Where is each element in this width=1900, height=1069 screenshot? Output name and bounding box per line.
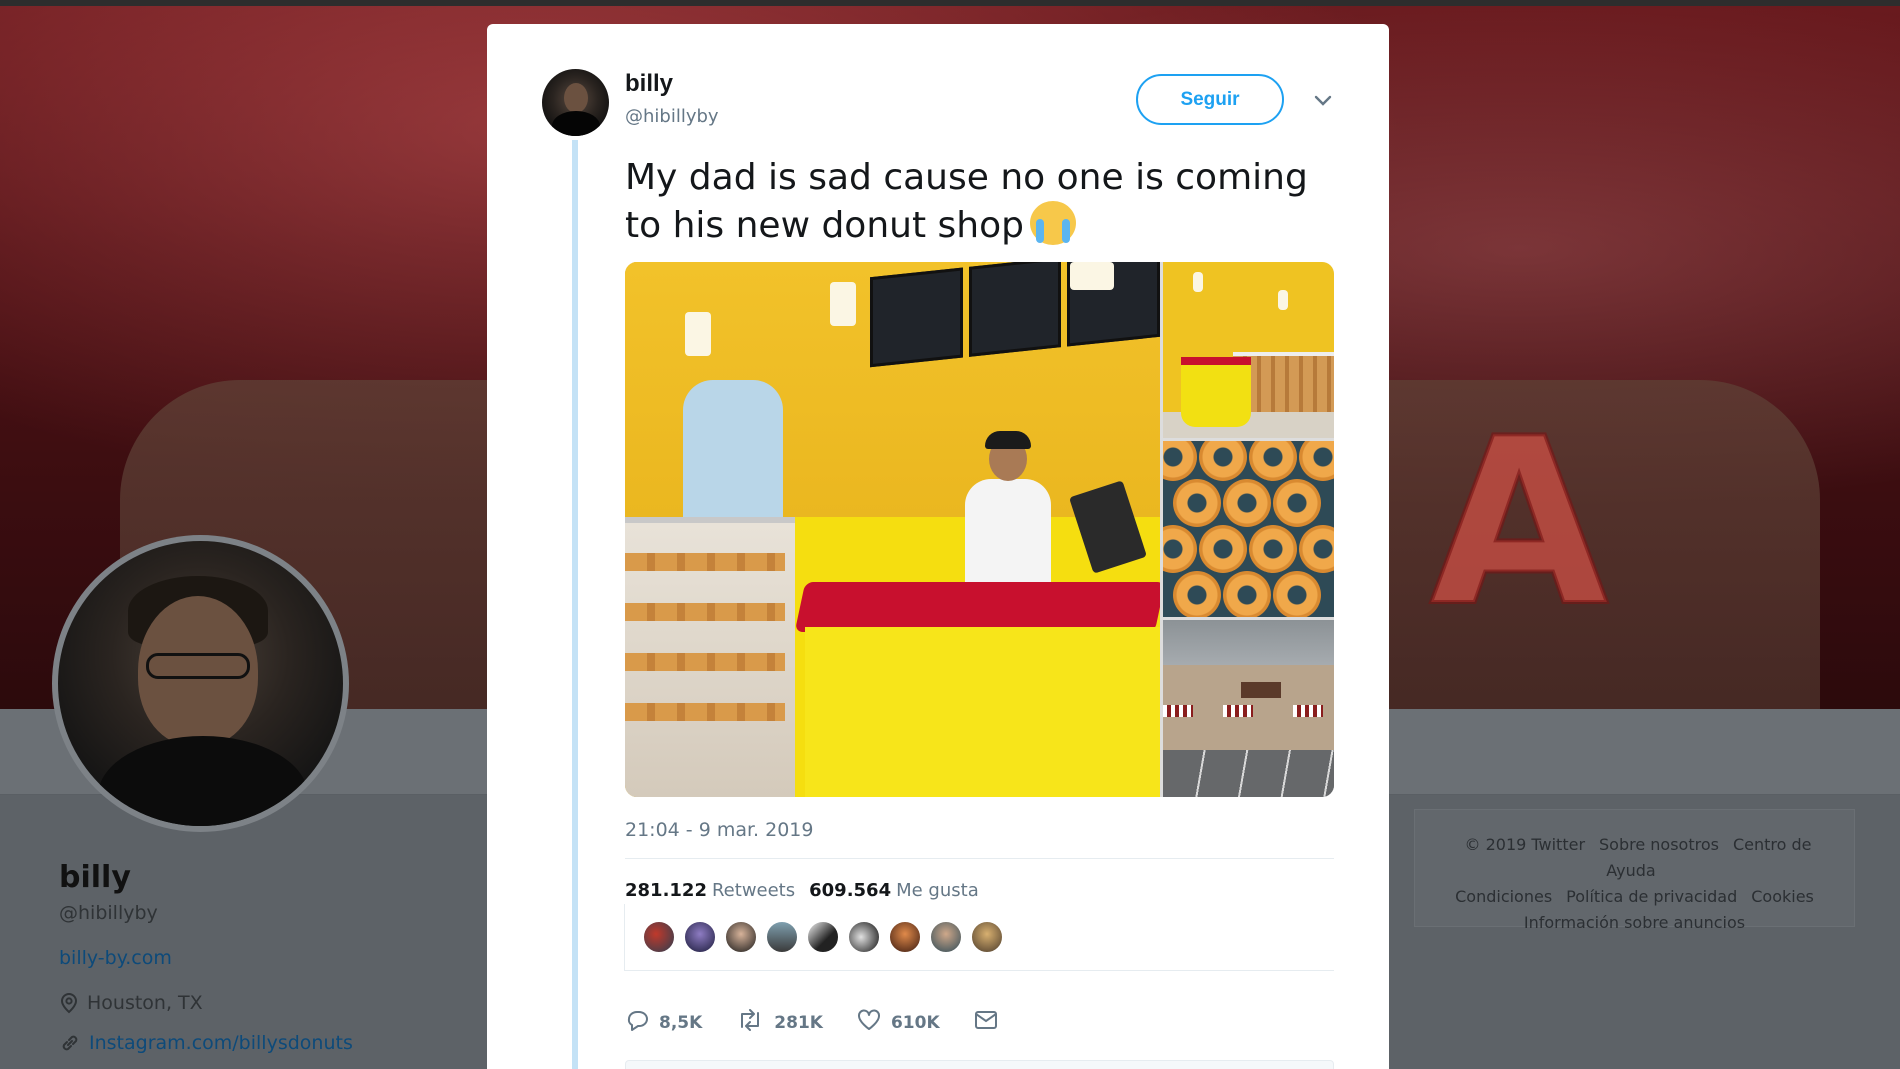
thread-line: [572, 140, 578, 1069]
tweet-photo-4[interactable]: [1163, 620, 1334, 797]
liker-avatar[interactable]: [888, 920, 922, 954]
retweets-count: 281.122: [625, 880, 707, 901]
reply-action[interactable]: 8,5K: [625, 1009, 702, 1036]
liker-avatar[interactable]: [970, 920, 1004, 954]
envelope-icon: [974, 1010, 998, 1035]
tweet-timestamp[interactable]: 21:04 - 9 mar. 2019: [625, 819, 813, 841]
reply-count: 8,5K: [659, 1012, 703, 1033]
link-icon: [59, 1032, 81, 1054]
divider: [625, 970, 1334, 971]
divider: [625, 858, 1334, 859]
retweet-action[interactable]: 281K: [736, 1009, 823, 1036]
footer-link-ads-info[interactable]: Información sobre anuncios: [1524, 913, 1745, 932]
liker-avatar[interactable]: [847, 920, 881, 954]
location-pin-icon: [59, 992, 79, 1014]
profile-location: Houston, TX: [59, 992, 203, 1014]
likes-stat[interactable]: 609.564 Me gusta: [809, 880, 979, 901]
profile-website-link[interactable]: billy-by.com: [59, 947, 172, 969]
profile-instagram-link[interactable]: Instagram.com/billysdonuts: [89, 1032, 353, 1054]
loudly-crying-face-icon: [1029, 201, 1076, 245]
footer-link-privacy[interactable]: Política de privacidad: [1566, 887, 1737, 906]
reply-icon: [625, 1009, 649, 1036]
footer-link-cookies[interactable]: Cookies: [1751, 887, 1814, 906]
profile-handle: @hibillyby: [59, 902, 158, 924]
tweet-modal: billy @hibillyby Seguir My dad is sad ca…: [487, 24, 1389, 1069]
author-handle[interactable]: @hibillyby: [625, 106, 719, 127]
liker-avatar[interactable]: [724, 920, 758, 954]
author-avatar[interactable]: [542, 69, 609, 136]
retweet-icon: [736, 1009, 764, 1036]
tweet-actions: 8,5K 281K 610K: [625, 1009, 998, 1036]
likes-count: 609.564: [809, 880, 892, 901]
liker-avatar[interactable]: [683, 920, 717, 954]
liker-avatar[interactable]: [642, 920, 676, 954]
tweet-text-content: My dad is sad cause no one is coming to …: [625, 157, 1308, 246]
author-name[interactable]: billy: [625, 70, 673, 98]
retweets-stat[interactable]: 281.122 Retweets: [625, 880, 795, 901]
tweet-stats: 281.122 Retweets 609.564 Me gusta: [625, 880, 979, 901]
profile-name: billy: [59, 860, 131, 895]
like-action[interactable]: 610K: [857, 1009, 940, 1036]
tweet-photo-main[interactable]: [625, 262, 1160, 797]
chevron-down-icon[interactable]: [1311, 89, 1335, 113]
direct-message-action[interactable]: [974, 1010, 998, 1035]
footer-link-terms[interactable]: Condiciones: [1455, 887, 1552, 906]
liker-avatar[interactable]: [765, 920, 799, 954]
heart-icon: [857, 1009, 881, 1036]
tweet-media-grid: [625, 262, 1334, 797]
tweet-photo-2[interactable]: [1163, 262, 1334, 438]
likes-label: Me gusta: [896, 880, 979, 901]
likers-avatars: [642, 920, 1004, 954]
tweet-photo-3[interactable]: [1163, 441, 1334, 617]
profile-location-text: Houston, TX: [87, 992, 203, 1014]
like-count: 610K: [890, 1012, 940, 1033]
profile-instagram[interactable]: Instagram.com/billysdonuts: [59, 1032, 353, 1054]
follow-button[interactable]: Seguir: [1136, 74, 1284, 125]
retweets-label: Retweets: [711, 880, 796, 901]
liker-avatar[interactable]: [806, 920, 840, 954]
profile-avatar[interactable]: [52, 535, 349, 832]
banner-letter-decoration: A: [1428, 388, 1610, 659]
footer-copyright: © 2019 Twitter: [1464, 835, 1586, 854]
tweet-text: My dad is sad cause no one is coming to …: [625, 154, 1345, 249]
retweet-count: 281K: [774, 1012, 823, 1033]
reply-composer: [625, 1060, 1334, 1069]
liker-avatar[interactable]: [929, 920, 963, 954]
footer-links: © 2019 Twitter Sobre nosotros Centro de Ay…: [1414, 809, 1855, 932]
footer-link-about[interactable]: Sobre nosotros: [1599, 835, 1719, 854]
